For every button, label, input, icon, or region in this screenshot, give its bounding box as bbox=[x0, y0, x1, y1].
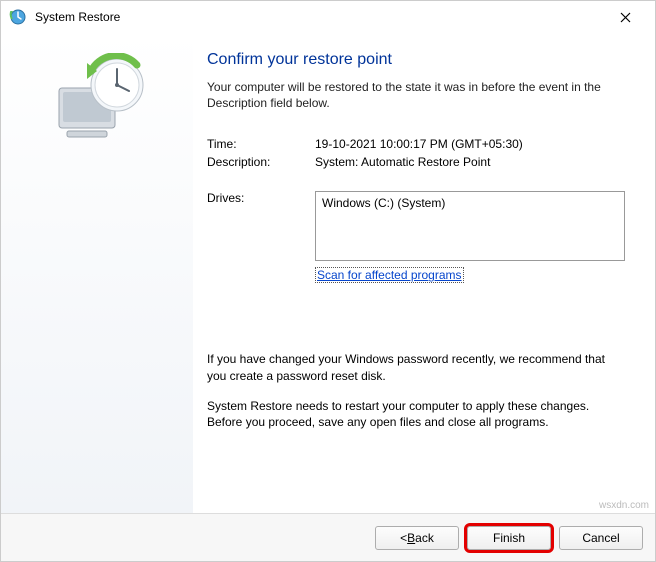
finish-button[interactable]: Finish bbox=[467, 526, 551, 550]
time-value: 19-10-2021 10:00:17 PM (GMT+05:30) bbox=[315, 137, 625, 151]
close-button[interactable] bbox=[603, 2, 647, 32]
time-row: Time: 19-10-2021 10:00:17 PM (GMT+05:30) bbox=[207, 137, 625, 151]
system-restore-icon bbox=[9, 8, 27, 26]
titlebar: System Restore bbox=[1, 1, 655, 33]
description-value: System: Automatic Restore Point bbox=[315, 155, 625, 169]
password-note: If you have changed your Windows passwor… bbox=[207, 351, 625, 383]
intro-text: Your computer will be restored to the st… bbox=[207, 79, 625, 111]
page-heading: Confirm your restore point bbox=[207, 51, 625, 69]
description-row: Description: System: Automatic Restore P… bbox=[207, 155, 625, 169]
back-button[interactable]: < Back bbox=[375, 526, 459, 550]
cancel-button[interactable]: Cancel bbox=[559, 526, 643, 550]
drives-listbox[interactable]: Windows (C:) (System) bbox=[315, 191, 625, 261]
description-label: Description: bbox=[207, 155, 315, 169]
drives-row: Drives: Windows (C:) (System) bbox=[207, 191, 625, 261]
back-button-suffix: ack bbox=[415, 531, 434, 545]
button-bar: < Back Finish Cancel bbox=[1, 513, 655, 561]
restore-graphic-icon bbox=[37, 53, 157, 153]
scan-link-row: Scan for affected programs bbox=[207, 267, 625, 283]
watermark: wsxdn.com bbox=[599, 500, 649, 511]
scan-affected-programs-link[interactable]: Scan for affected programs bbox=[315, 267, 464, 283]
restart-note: System Restore needs to restart your com… bbox=[207, 398, 625, 430]
drive-item[interactable]: Windows (C:) (System) bbox=[322, 196, 618, 210]
dialog-body: Confirm your restore point Your computer… bbox=[1, 33, 655, 513]
sidebar bbox=[1, 33, 193, 513]
back-button-accesskey: B bbox=[407, 531, 415, 545]
drives-label: Drives: bbox=[207, 191, 315, 261]
main-panel: Confirm your restore point Your computer… bbox=[193, 33, 655, 513]
back-button-prefix: < bbox=[400, 531, 407, 545]
time-label: Time: bbox=[207, 137, 315, 151]
window-title: System Restore bbox=[35, 10, 603, 24]
